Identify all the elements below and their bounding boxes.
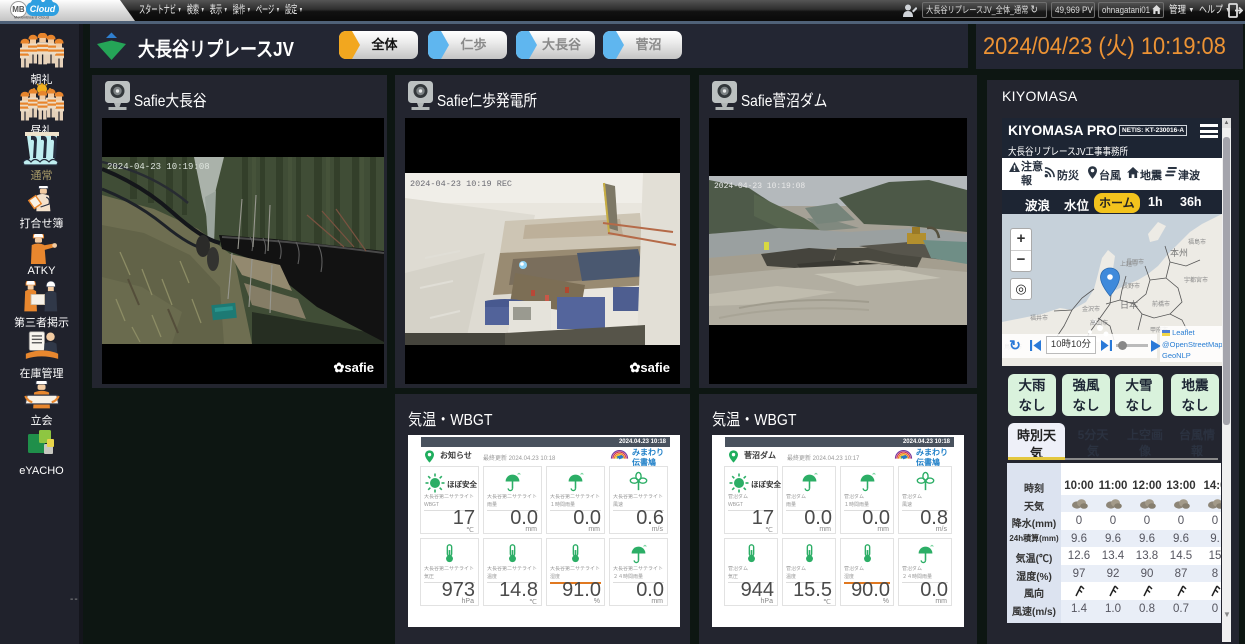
svg-text:福井市: 福井市 bbox=[1030, 314, 1048, 322]
svg-text:2024-04-23 10:19 REC: 2024-04-23 10:19 REC bbox=[410, 179, 512, 189]
svg-text:長岡市: 長岡市 bbox=[1126, 258, 1144, 266]
svg-text:福島市: 福島市 bbox=[1188, 238, 1206, 246]
svg-text:金沢市: 金沢市 bbox=[1082, 305, 1100, 313]
svg-text:2024-04-23 10:19:08: 2024-04-23 10:19:08 bbox=[107, 162, 210, 172]
svg-text:前橋市: 前橋市 bbox=[1152, 300, 1170, 308]
svg-text:高山市: 高山市 bbox=[1090, 319, 1108, 327]
svg-text:本州: 本州 bbox=[1170, 247, 1188, 258]
svg-text:長野市: 長野市 bbox=[1122, 282, 1140, 290]
svg-text:日本: 日本 bbox=[1120, 299, 1138, 310]
svg-text:宇都宮市: 宇都宮市 bbox=[1184, 276, 1208, 284]
svg-text:2024-04-23 10:19:08: 2024-04-23 10:19:08 bbox=[714, 182, 805, 191]
